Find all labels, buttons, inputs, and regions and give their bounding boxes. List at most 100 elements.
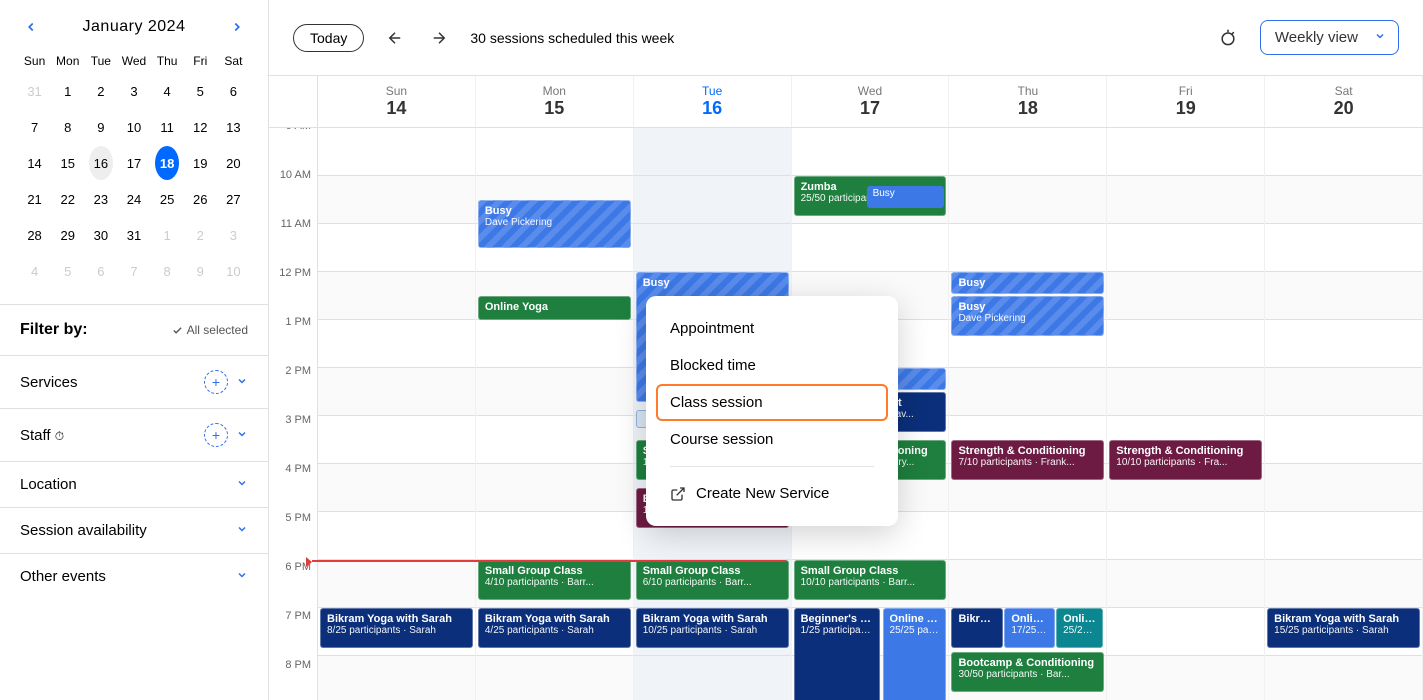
ctx-item[interactable]: Create New Service — [656, 475, 888, 512]
calendar-event[interactable]: Bikram Yoga with Sarah8/25 participants … — [320, 608, 473, 648]
busy-chip[interactable]: Busy — [867, 186, 945, 208]
mini-cal-day[interactable]: 7 — [122, 254, 146, 288]
mini-cal-day[interactable]: 19 — [188, 146, 212, 180]
day-header[interactable]: Wed17 — [792, 76, 950, 127]
mini-cal-next-icon[interactable] — [226, 16, 248, 38]
mini-cal-day[interactable]: 14 — [23, 146, 47, 180]
next-week-icon[interactable] — [426, 25, 452, 51]
calendar-event[interactable]: Strength & Conditioning7/10 participants… — [951, 440, 1104, 480]
mini-cal-day[interactable]: 15 — [56, 146, 80, 180]
today-button[interactable]: Today — [293, 24, 364, 52]
calendar-event[interactable]: Small Group Class6/10 participants · Bar… — [636, 560, 789, 600]
filter-row[interactable]: Services+ — [0, 355, 268, 408]
day-header[interactable]: Thu18 — [949, 76, 1107, 127]
ctx-item[interactable]: Appointment — [656, 310, 888, 347]
mini-cal-day[interactable]: 6 — [89, 254, 113, 288]
ctx-item[interactable]: Blocked time — [656, 347, 888, 384]
calendar-event[interactable]: Online Yoga25/25... — [1056, 608, 1103, 648]
mini-cal-day[interactable]: 29 — [56, 218, 80, 252]
calendar-event[interactable]: BusyDave Pickering — [951, 296, 1104, 336]
mini-cal-day[interactable]: 26 — [188, 182, 212, 216]
add-filter-icon[interactable]: + — [204, 370, 228, 394]
mini-cal-day[interactable]: 9 — [89, 110, 113, 144]
mini-cal-day[interactable]: 13 — [221, 110, 245, 144]
mini-cal-day[interactable]: 8 — [155, 254, 179, 288]
mini-cal-day[interactable]: 3 — [221, 218, 245, 252]
day-header[interactable]: Mon15 — [476, 76, 634, 127]
mini-cal-day[interactable]: 23 — [89, 182, 113, 216]
mini-cal-day[interactable]: 9 — [188, 254, 212, 288]
day-header[interactable]: Fri19 — [1107, 76, 1265, 127]
calendar-event[interactable]: Bootcamp & Conditioning30/50 participant… — [951, 652, 1104, 692]
mini-cal-day[interactable]: 31 — [122, 218, 146, 252]
calendar-event[interactable]: Small Group Class10/10 participants · Ba… — [794, 560, 947, 600]
chevron-down-icon[interactable] — [236, 568, 248, 585]
mini-cal-day[interactable]: 24 — [122, 182, 146, 216]
day-column[interactable]: Bikram Yoga with Sarah8/25 participants … — [318, 128, 476, 700]
calendar-event[interactable]: Bikram Yoga with Sarah — [951, 608, 1003, 648]
mini-cal-day[interactable]: 1 — [155, 218, 179, 252]
day-header[interactable]: Tue16 — [634, 76, 792, 127]
calendar-event[interactable]: BusyDave Pickering — [478, 200, 631, 248]
mini-cal-day[interactable]: 4 — [23, 254, 47, 288]
day-header[interactable]: Sat20 — [1265, 76, 1423, 127]
day-column[interactable]: Strength & Conditioning10/10 participant… — [1107, 128, 1265, 700]
mini-cal-dow: Tue — [86, 50, 115, 72]
filter-row[interactable]: Location — [0, 461, 268, 507]
filter-row[interactable]: Other events — [0, 553, 268, 599]
mini-cal-prev-icon[interactable] — [20, 16, 42, 38]
mini-cal-day[interactable]: 7 — [23, 110, 47, 144]
mini-cal-day[interactable]: 5 — [188, 74, 212, 108]
calendar-event[interactable]: Strength & Conditioning10/10 participant… — [1109, 440, 1262, 480]
mini-cal-day[interactable]: 12 — [188, 110, 212, 144]
mini-cal-day[interactable]: 11 — [155, 110, 179, 144]
mini-cal-day[interactable]: 28 — [23, 218, 47, 252]
mini-cal-day[interactable]: 8 — [56, 110, 80, 144]
calendar-event[interactable]: Busy — [951, 272, 1104, 294]
mini-cal-day[interactable]: 20 — [221, 146, 245, 180]
add-filter-icon[interactable]: + — [204, 423, 228, 447]
calendar-event[interactable]: Online Yoga17/25 part... — [1004, 608, 1054, 648]
calendar-event[interactable]: Online Yoga — [478, 296, 631, 320]
chevron-down-icon[interactable] — [236, 427, 248, 444]
filter-row[interactable]: Staff ⏱+ — [0, 408, 268, 461]
notification-icon[interactable] — [1214, 24, 1242, 52]
mini-cal-day[interactable]: 22 — [56, 182, 80, 216]
mini-cal-day[interactable]: 5 — [56, 254, 80, 288]
all-selected-label[interactable]: All selected — [172, 323, 248, 337]
mini-cal-day[interactable]: 16 — [89, 146, 113, 180]
view-select[interactable]: Weekly view — [1260, 20, 1399, 55]
mini-cal-day[interactable]: 21 — [23, 182, 47, 216]
mini-cal-day[interactable]: 25 — [155, 182, 179, 216]
mini-cal-day[interactable]: 3 — [122, 74, 146, 108]
calendar-event[interactable]: Small Group Class4/10 participants · Bar… — [478, 560, 631, 600]
mini-cal-day[interactable]: 10 — [221, 254, 245, 288]
calendar-event[interactable]: Bikram Yoga with Sarah4/25 participants … — [478, 608, 631, 648]
day-header[interactable]: Sun14 — [318, 76, 476, 127]
day-column[interactable]: BusyBusyDave Pickering Strength & Conditi… — [949, 128, 1107, 700]
mini-cal-day[interactable]: 31 — [23, 74, 47, 108]
mini-cal-day[interactable]: 10 — [122, 110, 146, 144]
prev-week-icon[interactable] — [382, 25, 408, 51]
mini-cal-day[interactable]: 2 — [89, 74, 113, 108]
calendar-event[interactable]: Online Yoga25/25 part... — [883, 608, 947, 700]
ctx-item[interactable]: Course session — [656, 421, 888, 458]
chevron-down-icon[interactable] — [236, 522, 248, 539]
calendar-event[interactable]: Beginner's Crossfit1/25 participants — [794, 608, 880, 700]
chevron-down-icon[interactable] — [236, 476, 248, 493]
chevron-down-icon[interactable] — [236, 374, 248, 391]
mini-cal-day[interactable]: 1 — [56, 74, 80, 108]
day-column[interactable]: BusyDave Pickering Online Yoga Small Group… — [476, 128, 634, 700]
mini-cal-day[interactable]: 2 — [188, 218, 212, 252]
filter-row[interactable]: Session availability — [0, 507, 268, 553]
mini-cal-day[interactable]: 27 — [221, 182, 245, 216]
calendar-event[interactable]: Bikram Yoga with Sarah10/25 participants… — [636, 608, 789, 648]
day-column[interactable]: Bikram Yoga with Sarah15/25 participants… — [1265, 128, 1423, 700]
mini-cal-day[interactable]: 30 — [89, 218, 113, 252]
mini-cal-day[interactable]: 6 — [221, 74, 245, 108]
calendar-event[interactable]: Bikram Yoga with Sarah15/25 participants… — [1267, 608, 1420, 648]
ctx-item[interactable]: Class session — [656, 384, 888, 421]
mini-cal-day[interactable]: 17 — [122, 146, 146, 180]
mini-cal-day[interactable]: 18 — [155, 146, 179, 180]
mini-cal-day[interactable]: 4 — [155, 74, 179, 108]
